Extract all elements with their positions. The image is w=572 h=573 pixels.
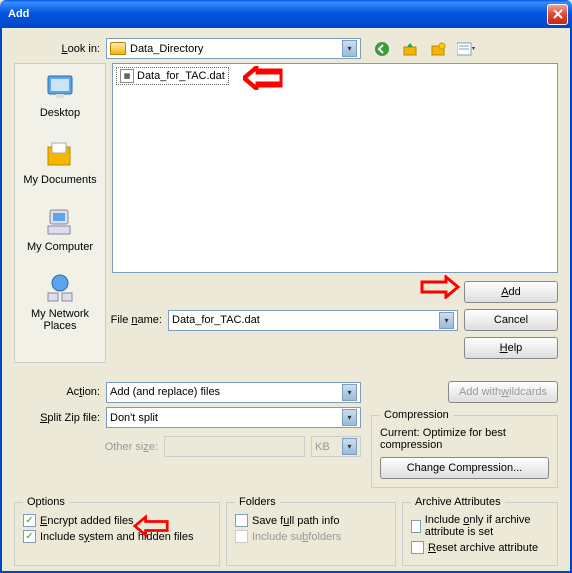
checkbox-icon: ✓ bbox=[23, 530, 36, 543]
my-documents-icon bbox=[44, 139, 76, 171]
dropdown-arrow-icon: ▾ bbox=[342, 409, 357, 426]
file-item[interactable]: ▦ Data_for_TAC.dat bbox=[116, 67, 229, 85]
place-my-computer[interactable]: My Computer bbox=[27, 206, 93, 253]
folders-group: Folders Save full path info Include subf… bbox=[226, 496, 396, 566]
back-button[interactable] bbox=[373, 40, 391, 58]
change-compression-button[interactable]: Change Compression... bbox=[380, 457, 549, 479]
my-computer-icon bbox=[44, 206, 76, 238]
add-button[interactable]: Add bbox=[464, 281, 558, 303]
look-in-label: Look in: bbox=[14, 43, 106, 55]
action-combo[interactable]: Add (and replace) files ▾ bbox=[106, 382, 361, 403]
dropdown-arrow-icon: ▾ bbox=[342, 40, 357, 57]
compression-group: Compression Current: Optimize for best c… bbox=[371, 409, 558, 488]
view-menu-button[interactable] bbox=[457, 40, 475, 58]
my-network-icon bbox=[44, 273, 76, 305]
filename-label: File name: bbox=[106, 314, 168, 326]
include-subfolders-checkbox: Include subfolders bbox=[235, 530, 387, 543]
action-label: Action: bbox=[14, 386, 106, 398]
compression-current: Current: Optimize for best compression bbox=[380, 427, 549, 451]
checkbox-icon bbox=[235, 514, 248, 527]
add-wildcards-button: Add with wildcards bbox=[448, 381, 558, 403]
place-my-network[interactable]: My Network Places bbox=[15, 273, 105, 332]
close-button[interactable] bbox=[547, 4, 568, 25]
annotation-arrow bbox=[243, 66, 283, 90]
file-list[interactable]: ▦ Data_for_TAC.dat bbox=[112, 63, 558, 273]
encrypt-checkbox[interactable]: ✓ Encrypt added files bbox=[23, 514, 211, 527]
look-in-value: Data_Directory bbox=[130, 43, 203, 55]
filename-input[interactable]: Data_for_TAC.dat ▾ bbox=[168, 310, 458, 331]
window-title: Add bbox=[8, 8, 29, 20]
dat-file-icon: ▦ bbox=[120, 69, 134, 83]
help-button[interactable]: Help bbox=[464, 337, 558, 359]
up-one-level-button[interactable] bbox=[401, 40, 419, 58]
close-icon bbox=[553, 9, 563, 19]
split-combo[interactable]: Don't split ▾ bbox=[106, 407, 361, 428]
annotation-arrow bbox=[133, 514, 169, 538]
folder-icon bbox=[110, 42, 126, 55]
dropdown-arrow-icon: ▾ bbox=[342, 384, 357, 401]
new-folder-button[interactable] bbox=[429, 40, 447, 58]
reset-archive-checkbox[interactable]: Reset archive attribute bbox=[411, 541, 549, 554]
include-hidden-checkbox[interactable]: ✓ Include system and hidden files bbox=[23, 530, 211, 543]
split-label: Split Zip file: bbox=[14, 412, 106, 424]
save-full-path-checkbox[interactable]: Save full path info bbox=[235, 514, 387, 527]
checkbox-icon: ✓ bbox=[23, 514, 36, 527]
checkbox-icon bbox=[411, 541, 424, 554]
place-desktop[interactable]: Desktop bbox=[40, 72, 80, 119]
cancel-button[interactable]: Cancel bbox=[464, 309, 558, 331]
dropdown-arrow-icon: ▾ bbox=[439, 312, 454, 329]
checkbox-icon bbox=[235, 530, 248, 543]
archive-attributes-group: Archive Attributes Include only if archi… bbox=[402, 496, 558, 566]
dropdown-arrow-icon: ▾ bbox=[342, 438, 357, 455]
place-my-documents[interactable]: My Documents bbox=[23, 139, 96, 186]
include-only-archive-checkbox[interactable]: Include only if archive attribute is set bbox=[411, 514, 549, 538]
look-in-combo[interactable]: Data_Directory ▾ bbox=[106, 38, 361, 59]
checkbox-icon bbox=[411, 520, 421, 533]
other-size-label: Other size: bbox=[14, 441, 164, 453]
other-size-unit: KB ▾ bbox=[311, 436, 361, 457]
annotation-arrow bbox=[420, 275, 460, 299]
options-group: Options ✓ Encrypt added files ✓ Include … bbox=[14, 496, 220, 566]
title-bar: Add bbox=[0, 0, 572, 28]
desktop-icon bbox=[44, 72, 76, 104]
places-bar: Desktop My Documents My Computer My Netw… bbox=[14, 63, 106, 363]
other-size-input bbox=[164, 436, 305, 457]
